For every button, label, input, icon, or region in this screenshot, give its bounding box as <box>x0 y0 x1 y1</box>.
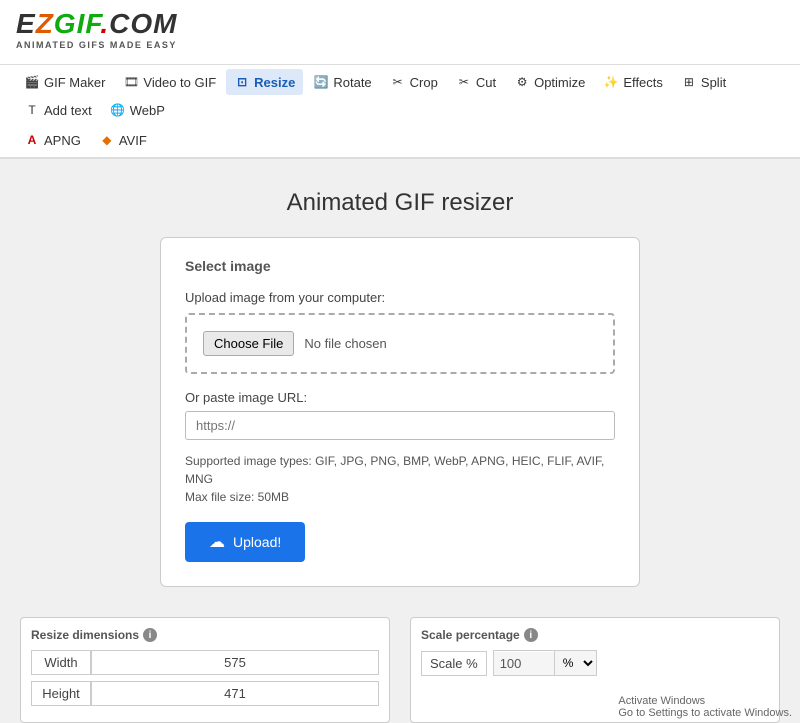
supported-types-text: Supported image types: GIF, JPG, PNG, BM… <box>185 452 615 506</box>
upload-icon: ☁ <box>209 532 225 552</box>
nav-rotate[interactable]: 🔄 Rotate <box>305 69 379 95</box>
apng-icon: A <box>24 132 40 148</box>
nav-add-text[interactable]: T Add text <box>16 97 100 123</box>
activate-windows-title: Activate Windows <box>618 695 792 707</box>
url-label: Or paste image URL: <box>185 390 615 405</box>
dimension-info-icon[interactable]: i <box>143 628 157 642</box>
nav-optimize[interactable]: ⚙ Optimize <box>506 69 593 95</box>
effects-icon: ✨ <box>603 74 619 90</box>
nav-split[interactable]: ⊞ Split <box>673 69 734 95</box>
nav-apng[interactable]: A APNG <box>16 127 89 153</box>
width-value: 575 <box>91 650 379 675</box>
nav-resize[interactable]: ⊡ Resize <box>226 69 303 95</box>
width-label: Width <box>31 650 91 675</box>
upload-card: Select image Upload image from your comp… <box>160 237 640 587</box>
upload-label: Upload image from your computer: <box>185 290 615 305</box>
logo-subtitle: ANIMATED GIFS MADE EASY <box>16 40 784 50</box>
scale-panel-title: Scale percentage i <box>421 628 769 642</box>
add-text-icon: T <box>24 102 40 118</box>
video-to-gif-icon: 🎞 <box>123 74 139 90</box>
nav-crop[interactable]: ✂ Crop <box>382 69 446 95</box>
url-input[interactable] <box>185 411 615 440</box>
file-name-text: No file chosen <box>304 336 386 351</box>
nav-webp[interactable]: 🌐 WebP <box>102 97 173 123</box>
scale-input-wrapper: % px <box>493 650 597 676</box>
dimension-panel-title: Resize dimensions i <box>31 628 379 642</box>
scale-dropdown[interactable]: % px <box>554 651 596 675</box>
crop-icon: ✂ <box>390 74 406 90</box>
nav-video-to-gif[interactable]: 🎞 Video to GIF <box>115 69 224 95</box>
split-icon: ⊞ <box>681 74 697 90</box>
scale-input[interactable] <box>494 652 554 675</box>
nav-bar: 🎬 GIF Maker 🎞 Video to GIF ⊡ Resize 🔄 Ro… <box>0 65 800 159</box>
header: EZGIF.COM ANIMATED GIFS MADE EASY <box>0 0 800 65</box>
optimize-icon: ⚙ <box>514 74 530 90</box>
scale-label: Scale % <box>421 651 487 676</box>
nav-gif-maker[interactable]: 🎬 GIF Maker <box>16 69 113 95</box>
width-row: Width 575 <box>31 650 379 675</box>
page-content: Animated GIF resizer Select image Upload… <box>0 159 800 617</box>
page-title: Animated GIF resizer <box>20 189 780 217</box>
file-input-area: Choose File No file chosen <box>185 313 615 374</box>
cut-icon: ✂ <box>456 74 472 90</box>
height-label: Height <box>31 681 91 706</box>
avif-icon: ◆ <box>99 132 115 148</box>
nav-cut[interactable]: ✂ Cut <box>448 69 504 95</box>
logo: EZGIF.COM ANIMATED GIFS MADE EASY <box>16 10 784 50</box>
webp-icon: 🌐 <box>110 102 126 118</box>
activate-windows-subtitle: Go to Settings to activate Windows. <box>618 707 792 719</box>
gif-maker-icon: 🎬 <box>24 74 40 90</box>
choose-file-button[interactable]: Choose File <box>203 331 294 356</box>
resize-icon: ⊡ <box>234 74 250 90</box>
nav-avif[interactable]: ◆ AVIF <box>91 127 155 153</box>
dimension-panel: Resize dimensions i Width 575 Height 471 <box>20 617 390 723</box>
scale-row: Scale % % px <box>421 650 769 676</box>
card-section-title: Select image <box>185 258 615 274</box>
upload-button[interactable]: ☁ Upload! <box>185 522 305 562</box>
activate-windows-banner: Activate Windows Go to Settings to activ… <box>610 691 800 723</box>
height-value: 471 <box>91 681 379 706</box>
height-row: Height 471 <box>31 681 379 706</box>
logo-title: EZGIF.COM <box>16 10 784 38</box>
scale-info-icon[interactable]: i <box>524 628 538 642</box>
rotate-icon: 🔄 <box>313 74 329 90</box>
nav-effects[interactable]: ✨ Effects <box>595 69 671 95</box>
